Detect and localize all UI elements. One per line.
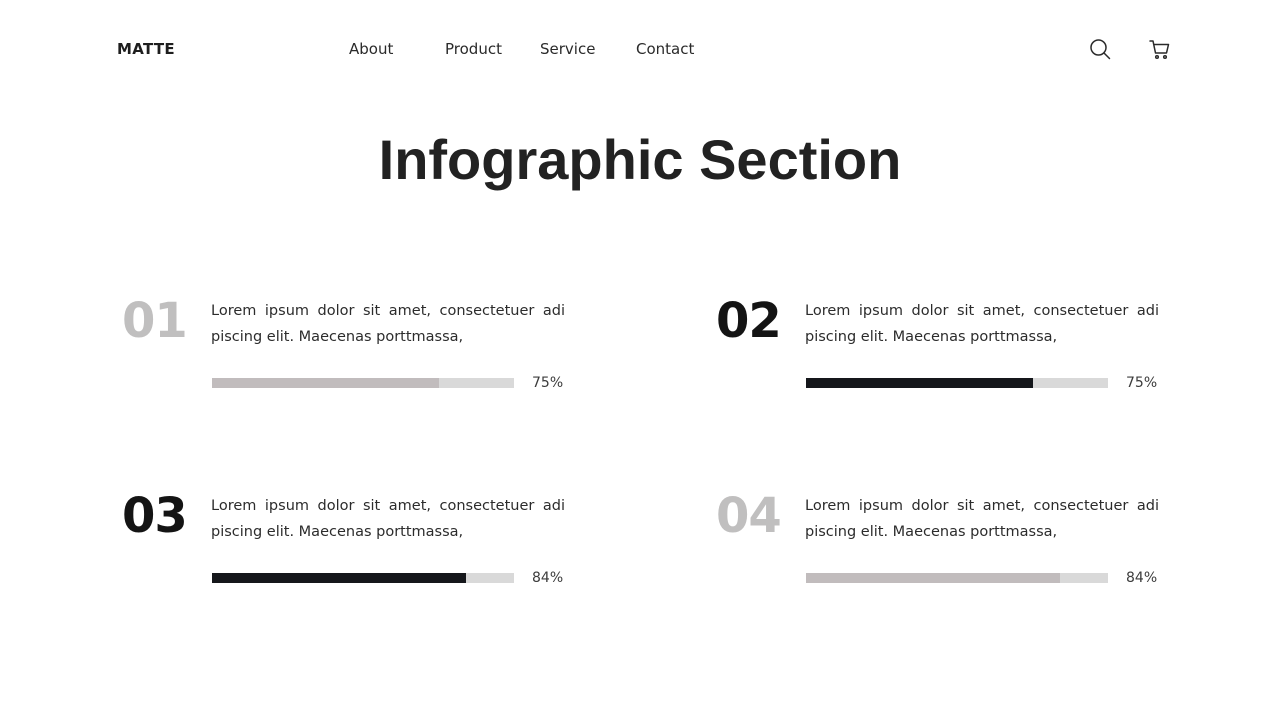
cart-button[interactable]	[1148, 37, 1172, 61]
nav-link-product[interactable]: Product	[445, 39, 502, 59]
stat-description: Lorem ipsum dolor sit amet, consectetuer…	[211, 498, 565, 540]
nav-link-about[interactable]: About	[349, 39, 393, 59]
stat-item: 04 Lorem ipsum dolor sit amet, consectet…	[716, 490, 1176, 600]
logo[interactable]: MATTE	[117, 39, 175, 59]
page: MATTE About Product Service Contact Info…	[0, 0, 1280, 720]
progress-percent: 84%	[532, 570, 564, 586]
progress-bar	[212, 378, 514, 388]
nav-link-service[interactable]: Service	[540, 39, 595, 59]
stat-description: Lorem ipsum dolor sit amet, consectetuer…	[805, 303, 1159, 345]
progress-percent: 75%	[532, 375, 564, 391]
stat-item: 01 Lorem ipsum dolor sit amet, consectet…	[122, 295, 582, 405]
progress-bar-fill	[212, 378, 439, 388]
section-title: Infographic Section	[378, 128, 902, 191]
stat-number: 03	[122, 488, 188, 544]
progress-bar	[806, 573, 1108, 583]
progress-bar-fill	[212, 573, 466, 583]
stat-number: 04	[716, 488, 782, 544]
nav-link-contact[interactable]: Contact	[636, 39, 694, 59]
progress-percent: 75%	[1126, 375, 1158, 391]
stat-item: 03 Lorem ipsum dolor sit amet, consectet…	[122, 490, 582, 600]
search-button[interactable]	[1088, 37, 1112, 61]
progress-bar	[806, 378, 1108, 388]
search-icon	[1090, 39, 1111, 60]
progress-percent: 84%	[1126, 570, 1158, 586]
cart-icon	[1149, 40, 1170, 60]
progress-bar-fill	[806, 378, 1033, 388]
stat-description: Lorem ipsum dolor sit amet, consectetuer…	[211, 303, 565, 345]
stat-number: 02	[716, 293, 782, 349]
stat-item: 02 Lorem ipsum dolor sit amet, consectet…	[716, 295, 1176, 405]
stat-description: Lorem ipsum dolor sit amet, consectetuer…	[805, 498, 1159, 540]
progress-bar-fill	[806, 573, 1060, 583]
stat-number: 01	[122, 293, 188, 349]
progress-bar	[212, 573, 514, 583]
